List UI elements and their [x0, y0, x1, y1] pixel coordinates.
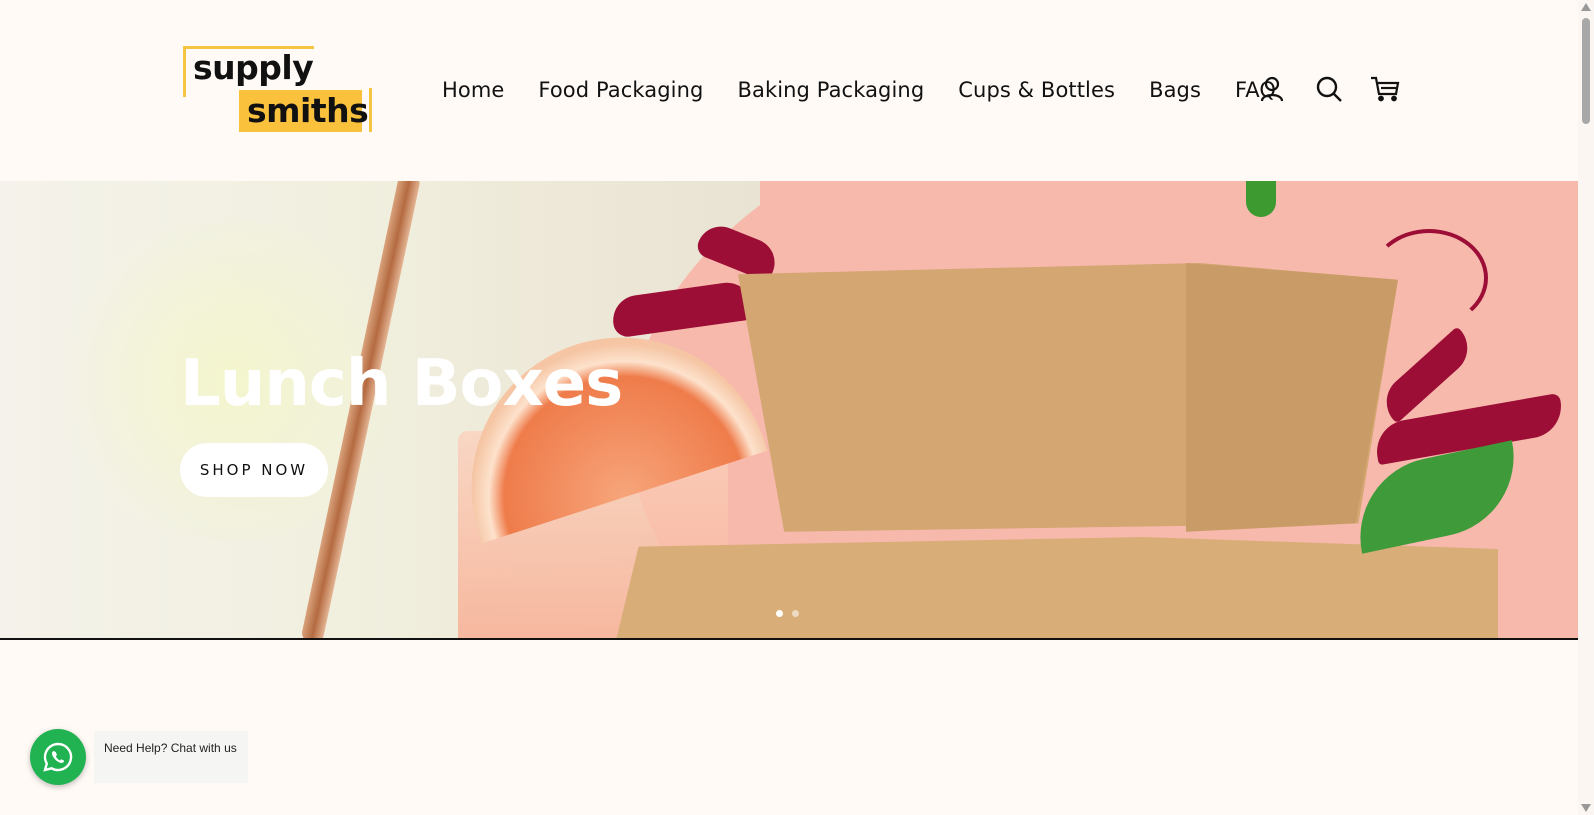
- logo-frame-right: [369, 88, 372, 132]
- cart-icon: [1371, 76, 1400, 102]
- shop-now-button[interactable]: SHOP NOW: [180, 443, 328, 497]
- chat-help-label[interactable]: Need Help? Chat with us: [94, 731, 248, 783]
- cart-button[interactable]: [1370, 74, 1400, 104]
- hero-banner: Lunch Boxes SHOP NOW: [0, 181, 1578, 640]
- nav-food-packaging[interactable]: Food Packaging: [538, 78, 703, 102]
- page-scrollbar[interactable]: [1578, 0, 1594, 815]
- site-header: supply smiths Home Food Packaging Baking…: [0, 0, 1578, 181]
- site-logo[interactable]: supply smiths: [183, 46, 375, 134]
- scroll-down-icon[interactable]: [1581, 804, 1591, 812]
- nav-bags[interactable]: Bags: [1149, 78, 1201, 102]
- scroll-thumb[interactable]: [1582, 18, 1590, 124]
- whatsapp-chat-button[interactable]: [30, 729, 86, 785]
- search-button[interactable]: [1314, 74, 1344, 104]
- nav-baking-packaging[interactable]: Baking Packaging: [737, 78, 924, 102]
- slider-dots: [776, 610, 799, 617]
- logo-text-bottom: smiths: [247, 91, 369, 130]
- scroll-up-icon[interactable]: [1581, 3, 1591, 11]
- slide-dot-1[interactable]: [776, 610, 783, 617]
- slide-dot-2[interactable]: [792, 610, 799, 617]
- leaf-image: [1246, 181, 1276, 217]
- nav-cups-bottles[interactable]: Cups & Bottles: [958, 78, 1115, 102]
- hero-title: Lunch Boxes: [180, 347, 623, 421]
- whatsapp-icon: [43, 742, 73, 772]
- logo-text-top: supply: [193, 48, 314, 87]
- user-icon: [1260, 76, 1284, 102]
- main-nav: Home Food Packaging Baking Packaging Cup…: [442, 72, 1310, 108]
- account-button[interactable]: [1257, 74, 1287, 104]
- nav-home[interactable]: Home: [442, 78, 504, 102]
- search-icon: [1316, 76, 1342, 102]
